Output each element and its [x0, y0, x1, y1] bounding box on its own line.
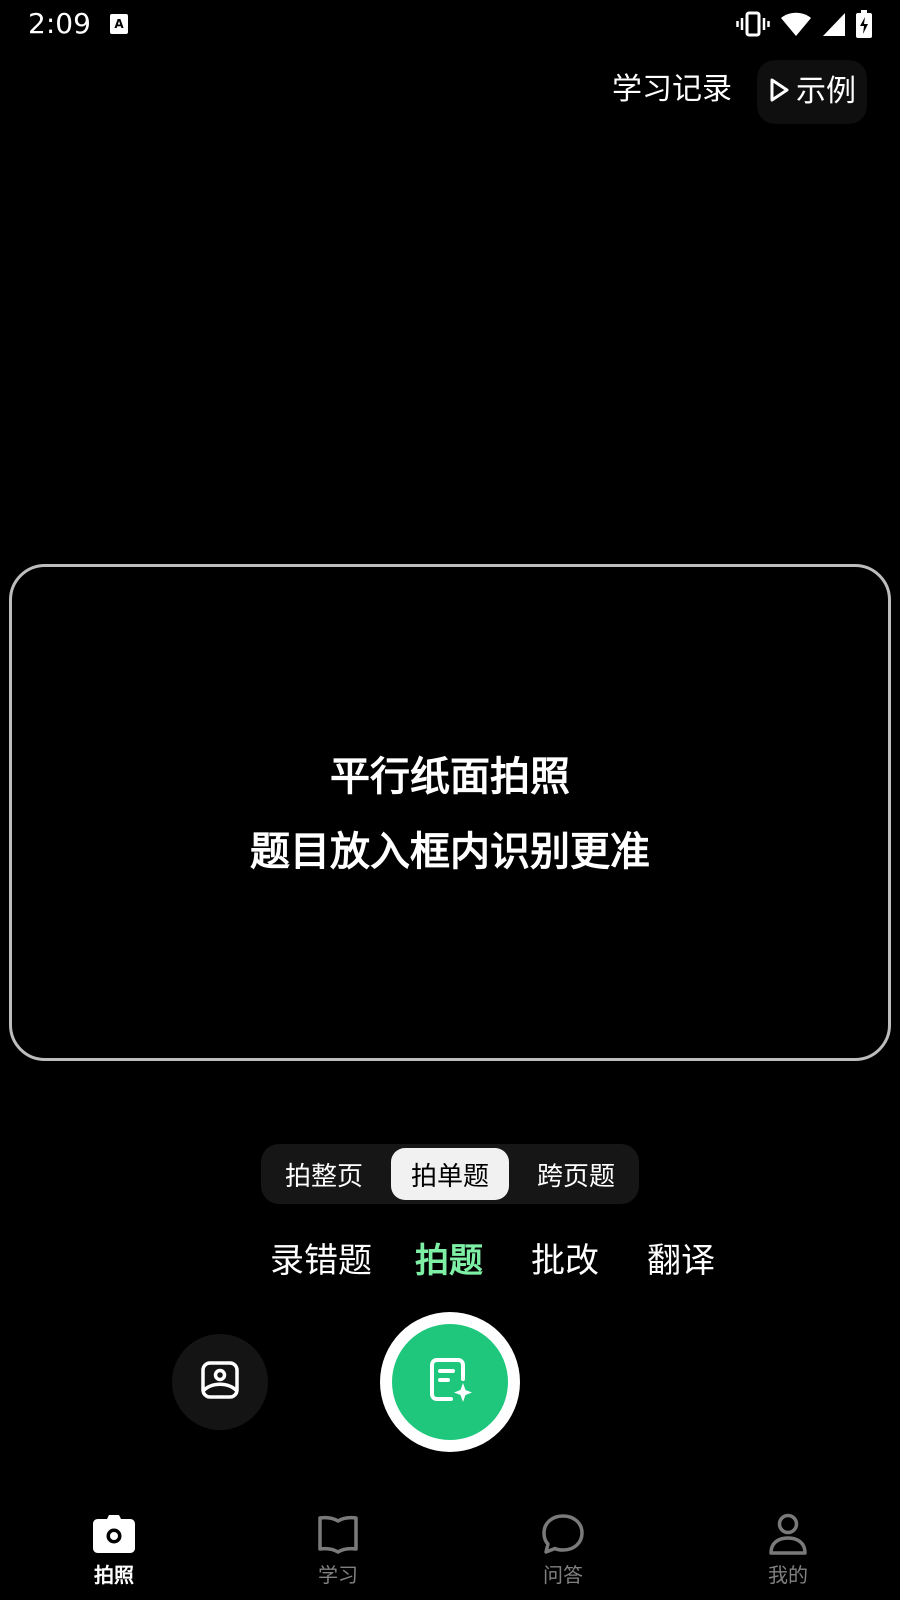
nav-label-photo: 拍照 — [94, 1563, 134, 1587]
capture-scope-selector: 拍整页 拍单题 跨页题 — [261, 1144, 639, 1204]
vibrate-icon — [736, 11, 770, 37]
nav-item-qa[interactable]: 问答 — [503, 1500, 623, 1600]
book-icon — [317, 1510, 359, 1558]
nav-item-study[interactable]: 学习 — [278, 1500, 398, 1600]
nav-label-qa: 问答 — [543, 1563, 583, 1587]
document-sparkle-icon — [425, 1355, 475, 1409]
mode-tab-grading[interactable]: 批改 — [531, 1237, 599, 1285]
wifi-icon — [780, 11, 812, 37]
nav-item-mine[interactable]: 我的 — [728, 1500, 848, 1600]
shutter-button[interactable] — [392, 1324, 508, 1440]
study-history-link[interactable]: 学习记录 — [612, 70, 732, 110]
example-label: 示例 — [796, 74, 856, 109]
svg-text:A: A — [114, 17, 124, 31]
signal-icon — [822, 11, 846, 37]
scope-option-single-question[interactable]: 拍单题 — [391, 1148, 509, 1200]
scan-frame — [9, 564, 891, 1061]
battery-charging-icon — [856, 10, 872, 38]
nav-label-study: 学习 — [318, 1563, 358, 1587]
mode-tab-translate[interactable]: 翻译 — [647, 1237, 715, 1285]
nav-item-photo[interactable]: 拍照 — [54, 1500, 174, 1600]
mode-tab-record-mistakes[interactable]: 录错题 — [270, 1237, 372, 1285]
bottom-nav: 拍照 学习 问答 我的 — [0, 1500, 900, 1600]
mode-tab-photo-question[interactable]: 拍题 — [415, 1237, 483, 1285]
example-button[interactable]: 示例 — [757, 60, 867, 124]
scope-option-whole-page[interactable]: 拍整页 — [265, 1148, 383, 1200]
nav-label-mine: 我的 — [768, 1563, 808, 1587]
camera-hint-line1: 平行纸面拍照 — [330, 754, 570, 800]
scope-option-cross-page[interactable]: 跨页题 — [517, 1148, 635, 1200]
gallery-button[interactable] — [172, 1334, 268, 1430]
chat-bubble-icon — [541, 1510, 585, 1558]
app-notification-icon: A — [109, 13, 129, 35]
play-icon — [768, 77, 790, 107]
camera-hint-line2: 题目放入框内识别更准 — [250, 829, 650, 875]
person-icon — [768, 1510, 808, 1558]
status-time: 2:09 — [28, 7, 91, 40]
camera-icon — [92, 1510, 136, 1558]
status-icons — [736, 9, 872, 39]
status-bar: 2:09 A — [0, 0, 900, 48]
image-gallery-icon — [200, 1360, 240, 1404]
